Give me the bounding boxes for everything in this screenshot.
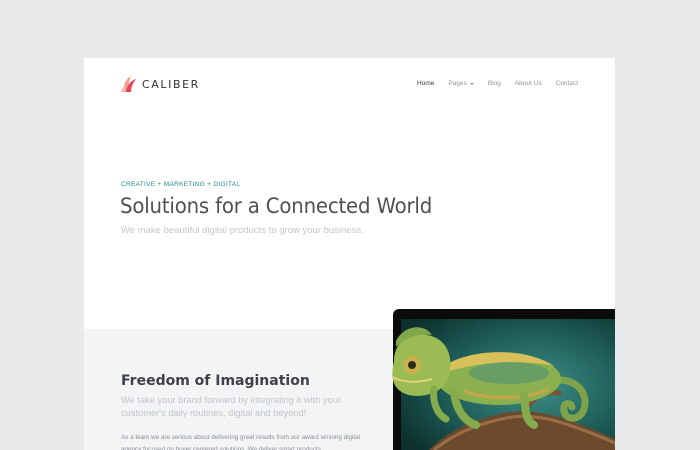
website-page: CALIBER Home Pages Blog About Us Contact… [84, 58, 615, 450]
hero-title: Solutions for a Connected World [120, 194, 433, 218]
nav-item-about-us[interactable]: About Us [515, 80, 542, 87]
caliber-leaf-logo-icon [121, 76, 136, 92]
nav-item-label: Blog [487, 80, 501, 87]
nav-item-label: Pages [448, 80, 467, 87]
brand-name: CALIBER [142, 77, 200, 91]
nav-item-pages[interactable]: Pages [448, 80, 474, 87]
hero-eyebrow: CREATIVE + MARKETING + DIGITAL [121, 181, 241, 188]
nav-item-contact[interactable]: Contact [556, 80, 578, 87]
nav-item-label: Contact [555, 80, 578, 87]
nav-item-blog[interactable]: Blog [488, 80, 501, 87]
nav-item-home[interactable]: Home [417, 80, 434, 87]
main-nav: Home Pages Blog About Us Contact [417, 80, 578, 87]
chameleon-image [391, 327, 615, 450]
brand-logo[interactable]: CALIBER [121, 75, 200, 93]
feature-title: Freedom of Imagination [121, 373, 310, 389]
caret-down-icon [469, 82, 474, 85]
feature-body: As a team we are serious about deliverin… [121, 434, 361, 450]
nav-item-label: About Us [514, 80, 542, 87]
nav-item-label: Home [417, 80, 435, 87]
hero-subtitle: We make beautiful digital products to gr… [121, 225, 364, 236]
feature-lead: We take your brand forward by integratin… [121, 395, 341, 418]
